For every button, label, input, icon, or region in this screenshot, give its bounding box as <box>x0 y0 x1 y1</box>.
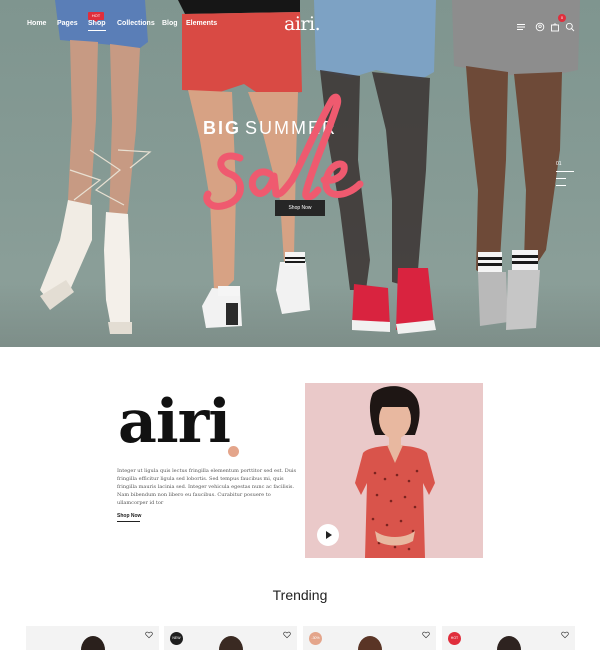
wishlist-heart-icon[interactable] <box>145 631 153 639</box>
nav-link-collections[interactable]: Collections <box>117 20 155 27</box>
menu-icon[interactable] <box>516 19 528 31</box>
nav-link-blog[interactable]: Blog <box>162 20 178 27</box>
slide-number: 01 <box>556 161 562 167</box>
about-shop-now-underline <box>117 521 140 522</box>
cart-icon[interactable]: 0 <box>550 14 566 32</box>
product-image <box>80 636 105 650</box>
nav-link-elements[interactable]: Elements <box>186 20 217 27</box>
product-image <box>496 636 521 650</box>
hero-banner: Home Pages Shop Collections Blog Element… <box>0 0 600 347</box>
user-icon[interactable] <box>535 19 547 32</box>
slide-line-active[interactable] <box>556 171 574 172</box>
about-shop-now-link[interactable]: Shop Now <box>117 513 141 519</box>
wishlist-heart-icon[interactable] <box>422 631 430 639</box>
product-badge-new: NEW <box>170 632 183 645</box>
about-logo: airi <box>118 387 231 457</box>
play-button[interactable] <box>317 524 339 546</box>
hot-badge: HOT <box>88 12 104 22</box>
slide-line-3[interactable] <box>556 185 566 186</box>
product-card[interactable] <box>26 626 159 650</box>
product-badge-hot: HOT <box>448 632 461 645</box>
nav-link-pages[interactable]: Pages <box>57 20 78 27</box>
product-image <box>218 636 243 650</box>
product-image <box>357 636 382 650</box>
top-navigation: Home Pages Shop Collections Blog Element… <box>0 0 600 50</box>
search-icon[interactable] <box>565 19 577 32</box>
header-icons: 0 <box>516 14 577 33</box>
about-logo-dot <box>228 446 239 457</box>
site-logo[interactable]: airi. <box>284 13 321 35</box>
trending-heading: Trending <box>272 587 328 603</box>
active-underline <box>88 30 106 31</box>
product-card[interactable]: HOT <box>442 626 575 650</box>
nav-link-home[interactable]: Home <box>27 20 46 27</box>
about-paragraph: Integer ut ligula quis lectus fringilla … <box>117 468 297 506</box>
hero-shop-now-button[interactable]: Shop Now <box>275 200 325 216</box>
product-card[interactable]: NEW <box>164 626 297 650</box>
video-thumbnail[interactable] <box>305 383 483 558</box>
wishlist-heart-icon[interactable] <box>283 631 291 639</box>
wishlist-heart-icon[interactable] <box>561 631 569 639</box>
product-badge-sale: -30% <box>309 632 322 645</box>
product-card[interactable]: -30% <box>303 626 436 650</box>
slide-line-2[interactable] <box>556 178 566 179</box>
